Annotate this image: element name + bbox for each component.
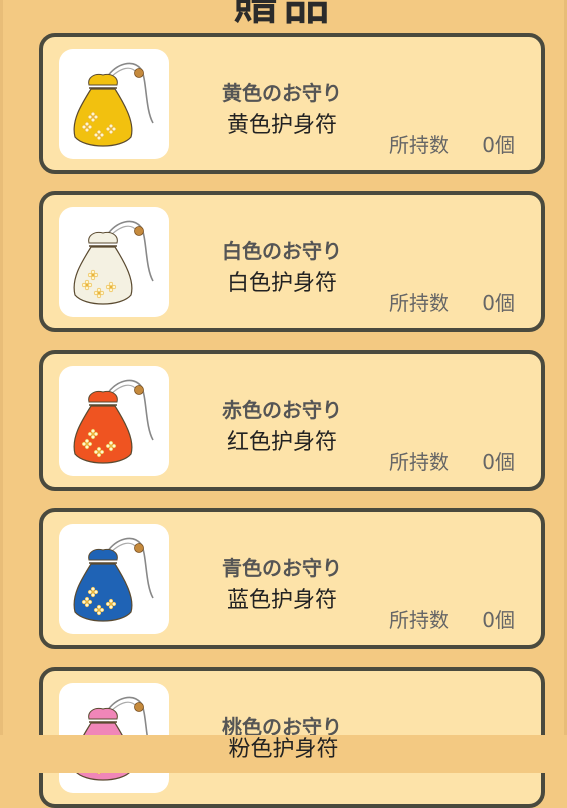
quantity-label: 所持数 xyxy=(389,133,449,157)
yellow-amulet-icon xyxy=(59,49,169,159)
list-item[interactable]: 赤色のお守り 红色护身符 所持数 0個 xyxy=(39,350,545,491)
quantity-value: 0個 xyxy=(482,608,515,632)
quantity-value: 0個 xyxy=(482,291,515,315)
quantity-label: 所持数 xyxy=(389,291,449,315)
list-item[interactable]: 白色のお守り 白色护身符 所持数 0個 xyxy=(39,191,545,332)
white-amulet-icon xyxy=(59,207,169,317)
quantity-value: 0個 xyxy=(482,450,515,474)
item-name-cn: 白色护身符 xyxy=(226,271,337,296)
list-item[interactable]: 黄色のお守り 黄色护身符 所持数 0個 xyxy=(39,33,545,174)
item-name-cn: 红色护身符 xyxy=(226,430,337,455)
quantity-label: 所持数 xyxy=(389,608,449,632)
item-name-jp: 黄色のお守り xyxy=(222,81,342,105)
quantity-label: 所持数 xyxy=(389,450,449,474)
quantity-value: 0個 xyxy=(482,133,515,157)
item-name-cn: 粉色护身符 xyxy=(228,737,339,762)
blue-amulet-icon xyxy=(59,524,169,634)
item-name-cn: 黄色护身符 xyxy=(226,113,337,138)
red-amulet-icon xyxy=(59,366,169,476)
item-name-jp: 青色のお守り xyxy=(222,556,342,580)
item-name-cn: 蓝色护身符 xyxy=(226,588,337,613)
list-item[interactable]: 青色のお守り 蓝色护身符 所持数 0個 xyxy=(39,508,545,649)
item-name-jp: 白色のお守り xyxy=(222,239,342,263)
item-name-jp: 赤色のお守り xyxy=(222,398,342,422)
item-list: 黄色のお守り 黄色护身符 所持数 0個 白色のお守り 白色护身符 所持数 0個 … xyxy=(0,0,567,808)
